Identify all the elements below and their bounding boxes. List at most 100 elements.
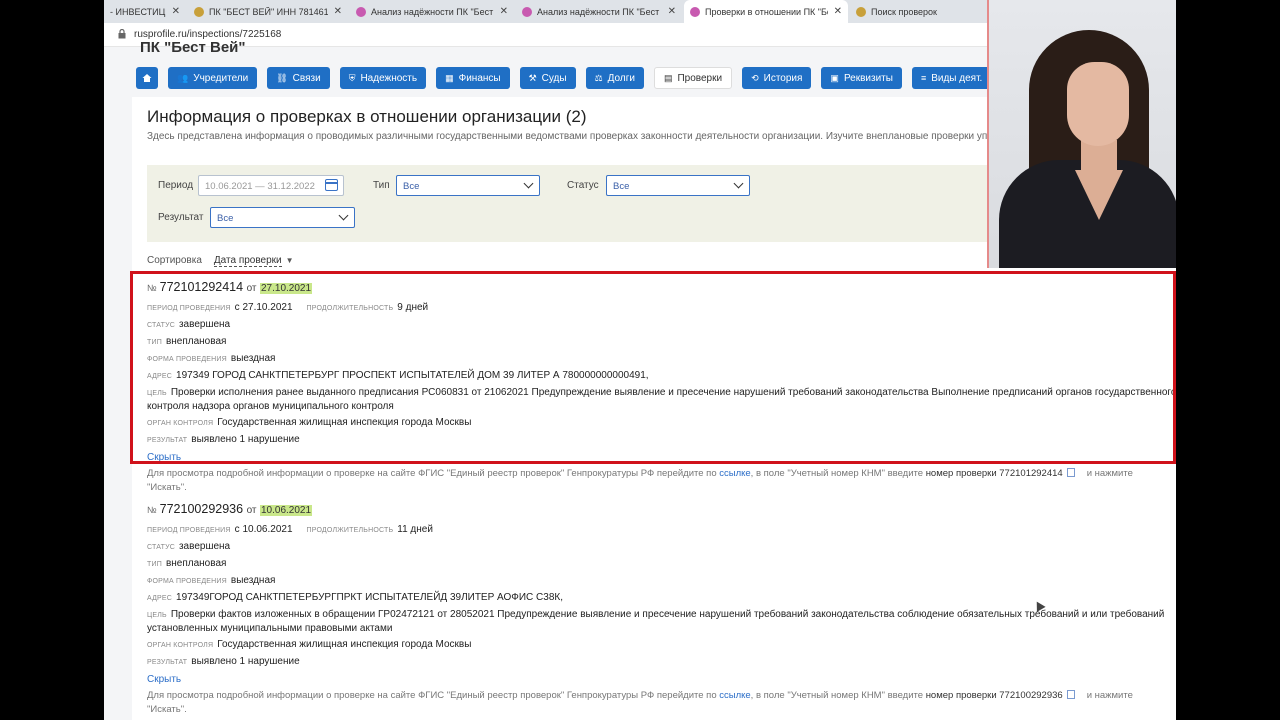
inspection-record: № 772100292936 от 10.06.2021 период прове… (147, 502, 1176, 717)
record-authority-row: орган контроля Государственная жилищная и… (147, 416, 1176, 430)
record-authority-row: орган контроля Государственная жилищная и… (147, 638, 1176, 652)
record-goal-row: цель Проверки фактов изложенных в обращен… (147, 608, 1176, 635)
browser-tab[interactable]: ПК "БЕСТ ВЕЙ" ИНН 781461315 ✕ (188, 0, 348, 23)
period-label: Период (158, 180, 194, 191)
list-icon: ≡ (920, 73, 927, 83)
record-number: 772101292414 (159, 280, 244, 294)
tab-title: Поиск проверок (871, 6, 937, 17)
field-label: адрес (147, 373, 173, 380)
browser-tab-active[interactable]: Проверки в отношении ПК "Бес ✕ (684, 0, 848, 23)
copy-icon[interactable] (1066, 690, 1075, 699)
period-date-input[interactable]: 10.06.2021 — 31.12.2022 (198, 175, 344, 196)
nav-history-button[interactable]: ⟲ История (742, 67, 812, 89)
nav-home-button[interactable] (136, 67, 158, 89)
site-favicon-icon (522, 6, 532, 17)
record-status: завершена (178, 319, 231, 330)
record-address-row: адрес 197349 ГОРОД САНКТПЕТЕРБУРГ ПРОСПЕК… (147, 369, 1176, 383)
nav-courts-button[interactable]: ⚒ Суды (519, 67, 576, 89)
inspection-record: № 772101292414 от 27.10.2021 период прове… (147, 280, 1176, 495)
nav-label: История (763, 72, 803, 84)
sort-label: Сортировка (147, 255, 202, 266)
links-icon: ⛓ (276, 72, 288, 83)
nav-label: Учредители (193, 72, 249, 84)
presenter-neckline (1075, 170, 1123, 220)
close-icon[interactable]: ✕ (166, 6, 180, 17)
browser-tab[interactable]: Анализ надёжности ПК "Бест Ве ✕ (516, 0, 682, 23)
nav-inspections-button[interactable]: ▤ Проверки (653, 67, 733, 89)
field-label: период проведения (147, 527, 231, 534)
record-date: 27.10.2021 (259, 283, 313, 294)
nav-founders-button[interactable]: 👥 Учредители (168, 67, 258, 89)
home-icon (142, 74, 152, 82)
nav-activities-button[interactable]: ≡ Виды деят. (911, 67, 992, 89)
note-text: Для просмотра подробной информации о про… (147, 468, 720, 479)
browser-tab[interactable]: - ИНВЕСТИЦИ ✕ (104, 0, 186, 23)
nav-debts-button[interactable]: ⚖ Долги (585, 67, 644, 89)
note-text: , в поле "Учетный номер КНМ" введите (750, 468, 926, 479)
close-icon[interactable]: ✕ (328, 6, 342, 17)
presenter-face (1067, 62, 1129, 146)
nav-finance-button[interactable]: ▦ Финансы (436, 67, 510, 89)
field-label: адрес (147, 595, 173, 602)
registry-link[interactable]: ссылке (719, 690, 750, 701)
field-label: статус (147, 322, 175, 329)
record-header: № 772100292936 от 10.06.2021 (147, 502, 1176, 520)
close-icon[interactable]: ✕ (828, 6, 842, 17)
site-favicon-icon (194, 6, 204, 17)
close-icon[interactable]: ✕ (662, 6, 676, 17)
sort-dropdown[interactable]: Дата проверки (213, 255, 282, 267)
field-label: результат (147, 659, 188, 666)
record-address-row: адрес 197349ГОРОД САНКТПЕТЕРБУРГПРКТ ИСПЫ… (147, 591, 1176, 605)
chevron-down-icon (338, 210, 349, 221)
record-status-row: статус завершена (147, 540, 1176, 554)
nav-reliability-button[interactable]: ⛨ Надежность (339, 67, 427, 89)
record-form: выездная (230, 575, 276, 586)
record-form-row: форма проведения выездная (147, 352, 1176, 366)
section-nav: 👥 Учредители ⛓ Связи ⛨ Надежность ▦ Финансы … (136, 67, 992, 89)
field-label: период проведения (147, 305, 231, 312)
browser-tab[interactable]: Поиск проверок (850, 0, 990, 23)
nav-label: Реквизиты (843, 72, 893, 84)
hide-link[interactable]: Скрыть (147, 452, 1176, 463)
browser-tab[interactable]: Анализ надёжности ПК "Бест Ве ✕ (350, 0, 514, 23)
users-icon: 👥 (177, 72, 189, 83)
registry-link[interactable]: ссылке (719, 468, 750, 479)
result-select[interactable]: Все (210, 207, 355, 228)
field-label: цель (147, 612, 167, 619)
tab-title: ПК "БЕСТ ВЕЙ" ИНН 781461315 (209, 6, 328, 17)
chevron-down-icon (733, 178, 744, 189)
record-type-row: тип внеплановая (147, 557, 1176, 571)
record-status-row: статус завершена (147, 318, 1176, 332)
webcam-overlay (987, 0, 1176, 268)
close-icon[interactable]: ✕ (494, 6, 508, 17)
record-goal: Проверки исполнения ранее выданного пред… (147, 387, 1176, 412)
field-label: продолжительность (306, 305, 394, 312)
gavel-icon: ⚒ (528, 72, 537, 83)
record-result: выявлено 1 нарушение (191, 434, 300, 445)
registry-note: Для просмотра подробной информации о про… (147, 689, 1172, 717)
hide-link[interactable]: Скрыть (147, 674, 1176, 685)
nav-label: Связи (292, 72, 321, 84)
nav-label: Виды деят. (931, 72, 983, 84)
calendar-icon[interactable] (325, 179, 338, 191)
inspection-number-text: номер проверки 772100292936 (925, 690, 1063, 701)
status-select[interactable]: Все (606, 175, 750, 196)
period-value: 10.06.2021 — 31.12.2022 (205, 181, 315, 192)
caret-down-icon[interactable]: ▼ (286, 256, 294, 265)
nav-requisites-button[interactable]: ▣ Реквизиты (821, 67, 902, 89)
record-period: с 27.10.2021 (234, 302, 293, 313)
company-name: ПК "Бест Вей" (140, 39, 246, 56)
record-address: 197349 ГОРОД САНКТПЕТЕРБУРГ ПРОСПЕКТ ИСП… (176, 370, 649, 381)
copy-icon[interactable] (1066, 468, 1075, 477)
page-title: Информация о проверках в отношении орган… (147, 107, 587, 126)
type-select[interactable]: Все (396, 175, 540, 196)
record-number: 772100292936 (159, 502, 244, 516)
field-label: продолжительность (306, 527, 394, 534)
field-label: тип (147, 339, 162, 346)
nav-links-button[interactable]: ⛓ Связи (267, 67, 330, 89)
type-value: Все (403, 181, 420, 192)
record-authority: Государственная жилищная инспекция город… (217, 639, 472, 650)
inspection-number-text: номер проверки 772101292414 (925, 468, 1063, 479)
record-result-row: результат выявлено 1 нарушение (147, 655, 1176, 669)
nav-label: Финансы (458, 72, 501, 84)
